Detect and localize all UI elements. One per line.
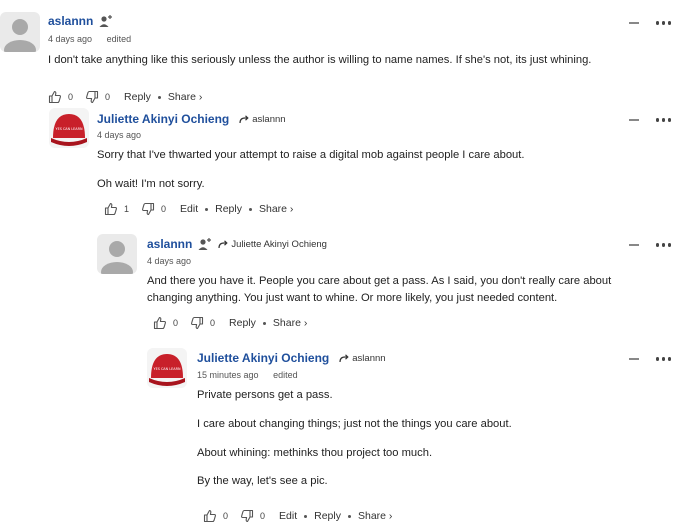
- comment-aslannn-1: aslannn 4 days ago edited I don't take a…: [0, 0, 678, 104]
- thumbs-down-icon: [142, 202, 155, 216]
- comment-timestamp[interactable]: 15 minutes ago: [197, 370, 259, 380]
- more-options-icon[interactable]: [653, 21, 672, 25]
- dislike-count: 0: [210, 318, 216, 328]
- avatar[interactable]: [97, 234, 137, 274]
- dislike-button[interactable]: 0: [240, 509, 265, 523]
- collapse-icon[interactable]: [629, 22, 639, 24]
- reply-to-name: Juliette Akinyi Ochieng: [231, 238, 327, 250]
- edit-button[interactable]: Edit: [180, 203, 198, 215]
- comment-aslannn-2: aslannn Juliette Akinyi Ochieng 4 days a…: [0, 225, 678, 340]
- collapse-icon[interactable]: [629, 244, 639, 246]
- follow-user-icon[interactable]: [99, 14, 113, 28]
- comment-text: Oh wait! I'm not sorry.: [97, 178, 205, 190]
- separator-dot: [262, 321, 266, 325]
- reply-button[interactable]: Reply: [215, 203, 242, 215]
- reply-to[interactable]: Juliette Akinyi Ochieng: [218, 239, 327, 250]
- comment-text: By the way, let's see a pic.: [197, 475, 328, 487]
- avatar[interactable]: YES CAN LEARN: [147, 348, 187, 388]
- author-name[interactable]: aslannn: [48, 14, 93, 28]
- reply-to[interactable]: aslannn: [239, 113, 286, 125]
- share-button[interactable]: Share ›: [273, 317, 307, 329]
- author-name[interactable]: Juliette Akinyi Ochieng: [197, 351, 329, 365]
- avatar[interactable]: YES CAN LEARN: [49, 108, 89, 148]
- comment-juliette-2: YES CAN LEARN Juliette Akinyi Ochieng as…: [0, 340, 678, 524]
- more-options-icon[interactable]: [653, 118, 672, 122]
- comment-text: About whining: methinks thou project too…: [197, 447, 433, 459]
- separator-dot: [347, 514, 351, 518]
- reply-to-name: aslannn: [352, 352, 386, 364]
- collapse-icon[interactable]: [629, 119, 639, 121]
- reply-to[interactable]: aslannn: [339, 352, 386, 364]
- dislike-count: 0: [260, 511, 266, 521]
- like-button[interactable]: 1: [104, 202, 129, 216]
- thumbs-up-icon: [203, 509, 216, 523]
- like-count: 1: [124, 204, 130, 214]
- reply-button[interactable]: Reply: [229, 317, 256, 329]
- comment-timestamp[interactable]: 4 days ago: [147, 256, 191, 266]
- like-count: 0: [173, 318, 179, 328]
- reply-arrow-icon: [218, 240, 229, 249]
- comment-text: Private persons get a pass.: [197, 389, 333, 401]
- edited-label: edited: [106, 34, 132, 44]
- collapse-icon[interactable]: [629, 358, 639, 360]
- edited-label: edited: [273, 370, 298, 380]
- reply-to-name: aslannn: [252, 113, 286, 125]
- dislike-button[interactable]: 0: [190, 316, 215, 330]
- share-button[interactable]: Share ›: [259, 203, 293, 215]
- separator-dot: [248, 207, 252, 211]
- separator-dot: [304, 514, 308, 518]
- author-name[interactable]: aslannn: [147, 237, 192, 251]
- like-button[interactable]: 0: [203, 509, 228, 523]
- reply-arrow-icon: [239, 115, 249, 124]
- reply-button[interactable]: Reply: [314, 510, 341, 522]
- comment-text: I care about changing things; just not t…: [197, 418, 512, 430]
- comment-text: I don't take anything like this seriousl…: [48, 54, 592, 66]
- thumbs-down-icon: [191, 316, 204, 330]
- share-button[interactable]: Share ›: [358, 510, 392, 522]
- follow-user-icon[interactable]: [198, 237, 212, 251]
- reply-arrow-icon: [339, 354, 349, 363]
- like-count: 0: [223, 511, 229, 521]
- separator-dot: [205, 207, 209, 211]
- svg-text:YES CAN LEARN: YES CAN LEARN: [56, 127, 83, 131]
- more-options-icon[interactable]: [653, 357, 672, 361]
- comment-juliette-1: YES CAN LEARN Juliette Akinyi Ochieng as…: [0, 100, 678, 225]
- dislike-button[interactable]: 0: [141, 202, 166, 216]
- svg-text:YES CAN LEARN: YES CAN LEARN: [154, 367, 181, 371]
- more-options-icon[interactable]: [653, 243, 672, 247]
- comment-timestamp[interactable]: 4 days ago: [48, 34, 92, 44]
- dislike-count: 0: [161, 204, 167, 214]
- comment-timestamp[interactable]: 4 days ago: [97, 130, 141, 140]
- thumbs-up-icon: [104, 202, 117, 216]
- comment-text: And there you have it. People you care a…: [147, 275, 612, 304]
- like-button[interactable]: 0: [153, 316, 178, 330]
- separator-dot: [157, 95, 161, 99]
- comment-text: Sorry that I've thwarted your attempt to…: [97, 149, 525, 161]
- thumbs-up-icon: [153, 316, 166, 330]
- author-name[interactable]: Juliette Akinyi Ochieng: [97, 112, 229, 126]
- thumbs-down-icon: [241, 509, 254, 523]
- avatar[interactable]: [0, 12, 40, 52]
- edit-button[interactable]: Edit: [279, 510, 297, 522]
